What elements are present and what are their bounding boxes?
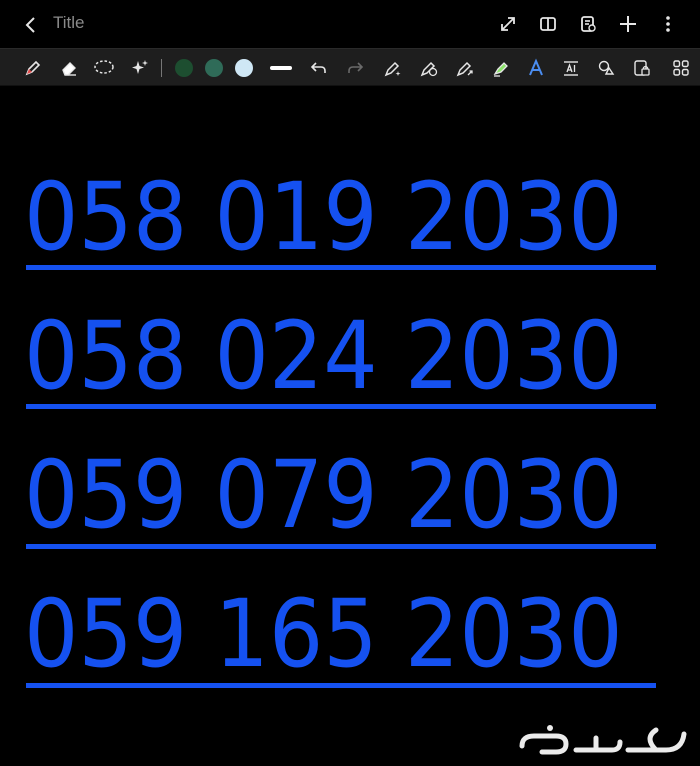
- lock-page-tool[interactable]: [629, 55, 655, 81]
- redo-icon: [348, 62, 364, 73]
- eraser-tool[interactable]: [56, 55, 82, 81]
- shapes-icon: [598, 60, 615, 75]
- pen-icon: [25, 60, 41, 76]
- pen-arrow-tool[interactable]: [452, 55, 478, 81]
- smart-pen-tool[interactable]: [380, 55, 406, 81]
- more-vertical-icon: [666, 16, 670, 32]
- phone-number-2: 058 024 2030: [24, 302, 623, 411]
- haraj-watermark-logo: [519, 725, 687, 755]
- underline-1: [26, 265, 656, 270]
- color-swatch-dark-green[interactable]: [175, 59, 193, 77]
- header-actions: [494, 10, 682, 38]
- pen-timer-tool[interactable]: [416, 55, 442, 81]
- color-swatch-light-blue[interactable]: [235, 59, 253, 77]
- underline-3: [26, 544, 656, 549]
- highlighter-tool[interactable]: [488, 55, 514, 81]
- text-box-icon: [564, 61, 578, 76]
- underline-2: [26, 404, 656, 409]
- shapes-tool[interactable]: [593, 55, 619, 81]
- page-settings-icon: [581, 16, 596, 32]
- chevron-left-icon: [25, 17, 35, 33]
- pen-tool[interactable]: [20, 55, 46, 81]
- plus-icon: [620, 16, 636, 32]
- book-view-button[interactable]: [534, 10, 562, 38]
- more-tools-button[interactable]: [668, 55, 694, 81]
- text-box-tool[interactable]: [558, 55, 584, 81]
- text-style-icon: [529, 58, 543, 76]
- color-swatch-teal[interactable]: [205, 59, 223, 77]
- more-options-button[interactable]: [654, 10, 682, 38]
- stroke-thickness[interactable]: [270, 66, 292, 70]
- eraser-icon: [62, 62, 76, 76]
- app-bar: Title: [0, 0, 700, 48]
- redo-button[interactable]: [342, 55, 368, 81]
- pen-arrow-icon: [456, 61, 473, 77]
- text-style-tool[interactable]: [523, 55, 549, 81]
- phone-number-3: 059 079 2030: [24, 441, 623, 550]
- toolbar-divider: [161, 59, 162, 77]
- undo-button[interactable]: [306, 55, 332, 81]
- back-button[interactable]: [18, 12, 44, 38]
- undo-icon: [310, 62, 326, 73]
- lock-page-icon: [634, 60, 650, 76]
- ai-assist-tool[interactable]: [127, 55, 153, 81]
- highlighter-icon: [493, 62, 508, 77]
- pen-sparkle-icon: [384, 61, 401, 77]
- phone-number-4: 059 165 2030: [24, 580, 623, 689]
- fullscreen-button[interactable]: [494, 10, 522, 38]
- lasso-icon: [94, 60, 114, 74]
- add-page-button[interactable]: [614, 10, 642, 38]
- phone-number-1: 058 019 2030: [24, 163, 623, 272]
- note-title[interactable]: Title: [53, 13, 85, 33]
- page-settings-button[interactable]: [574, 10, 602, 38]
- pen-clock-icon: [420, 61, 438, 77]
- book-icon: [540, 17, 556, 31]
- lasso-tool[interactable]: [91, 55, 117, 81]
- drawing-toolbar: [0, 48, 700, 86]
- sparkle-icon: [132, 60, 148, 74]
- note-canvas[interactable]: 058 019 2030 058 024 2030 059 079 2030 0…: [0, 86, 700, 766]
- expand-icon: [501, 17, 515, 31]
- underline-4: [26, 683, 656, 688]
- grid-icon: [673, 60, 689, 76]
